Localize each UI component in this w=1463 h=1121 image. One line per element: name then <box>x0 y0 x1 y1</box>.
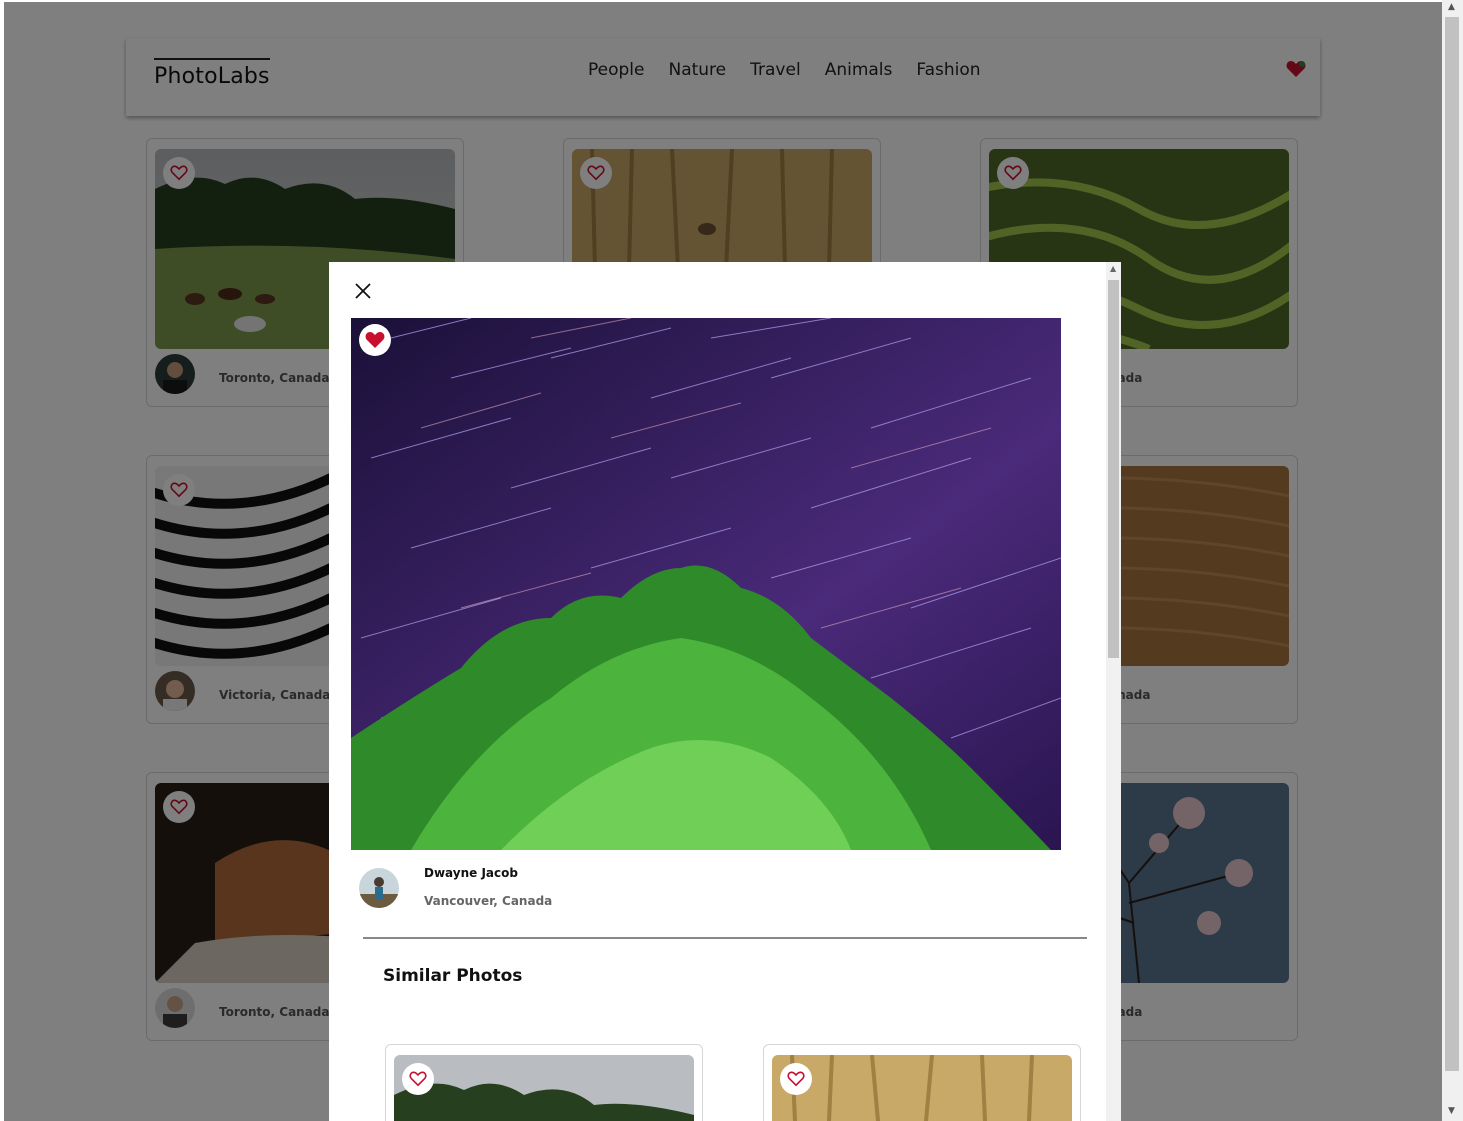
photo-details-modal: Dwayne Jacob Vancouver, Canada Similar P… <box>329 262 1121 1121</box>
close-icon[interactable] <box>353 281 373 301</box>
similar-photos-heading: Similar Photos <box>383 966 523 986</box>
heart-filled-icon <box>365 332 385 348</box>
modal-scroll-thumb[interactable] <box>1108 280 1119 658</box>
scroll-down-arrow-icon[interactable]: ▼ <box>1448 1106 1455 1116</box>
modal-favourite-button[interactable] <box>359 324 391 356</box>
divider <box>363 937 1087 939</box>
photographer-name: Dwayne Jacob <box>424 866 518 880</box>
app-frame: PhotoLabs People Nature Travel Animals F… <box>4 2 1442 1121</box>
page-scrollbar[interactable]: ▲ ▼ <box>1442 0 1463 1121</box>
photographer-location: Vancouver, Canada <box>424 894 553 908</box>
similar-photo-card[interactable] <box>385 1044 703 1121</box>
favourite-button[interactable] <box>402 1063 434 1095</box>
heart-outline-icon <box>409 1071 427 1087</box>
favourite-button[interactable] <box>780 1063 812 1095</box>
photographer-avatar <box>359 868 399 908</box>
similar-photo-card[interactable] <box>763 1044 1081 1121</box>
photo-image[interactable] <box>772 1055 1072 1121</box>
scroll-up-arrow-icon[interactable]: ▲ <box>1110 264 1116 273</box>
scroll-up-arrow-icon[interactable]: ▲ <box>1448 2 1455 12</box>
modal-photo <box>351 318 1061 850</box>
page-scroll-thumb[interactable] <box>1445 17 1459 1071</box>
modal-scrollbar[interactable]: ▲ <box>1106 262 1121 1121</box>
photo-image[interactable] <box>394 1055 694 1121</box>
heart-outline-icon <box>787 1071 805 1087</box>
